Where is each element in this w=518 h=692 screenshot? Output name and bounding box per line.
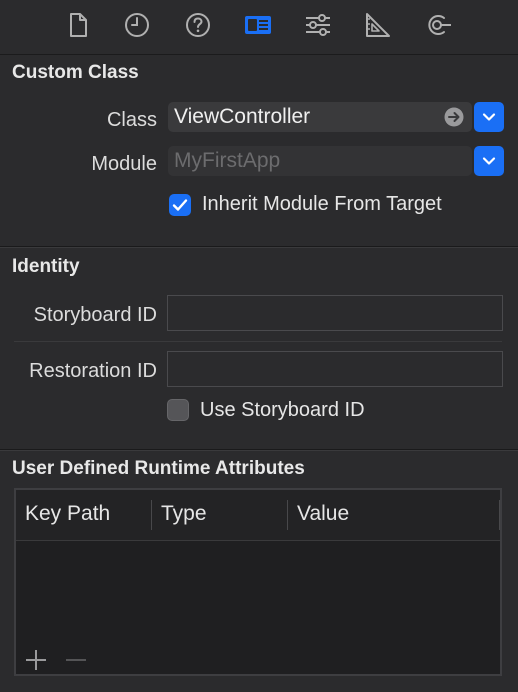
remove-attribute-button[interactable] [64, 648, 88, 677]
restoration-id-label: Restoration ID [29, 360, 157, 382]
column-separator [287, 500, 288, 530]
history-inspector-tab[interactable] [122, 10, 152, 40]
use-storyboard-id-label[interactable]: Use Storyboard ID [200, 399, 365, 422]
sliders-icon [306, 14, 330, 36]
plus-icon [26, 650, 46, 670]
column-separator [499, 500, 500, 530]
inherit-module-label[interactable]: Inherit Module From Target [202, 193, 442, 216]
file-inspector-tab[interactable] [63, 10, 93, 40]
add-attribute-button[interactable] [24, 648, 48, 677]
identity-title: Identity [12, 256, 80, 277]
module-label: Module [91, 153, 157, 175]
column-header-type[interactable]: Type [161, 502, 207, 526]
field-divider [14, 341, 502, 342]
module-combobox[interactable]: MyFirstApp [168, 146, 472, 176]
attributes-inspector-tab[interactable] [303, 10, 333, 40]
class-combobox[interactable]: ViewController [168, 102, 472, 132]
restoration-id-field[interactable] [167, 351, 503, 387]
class-label: Class [106, 109, 157, 131]
runtime-attributes-table[interactable]: Key Path Type Value [14, 488, 502, 676]
quick-help-inspector-tab[interactable] [183, 10, 213, 40]
checkmark-icon [172, 199, 188, 211]
class-dropdown-button[interactable] [474, 102, 504, 132]
section-divider-highlight [0, 247, 518, 248]
help-icon [186, 13, 210, 37]
column-header-key-path[interactable]: Key Path [25, 502, 110, 526]
minus-icon [66, 659, 86, 661]
column-header-value[interactable]: Value [297, 502, 349, 526]
connections-icon [428, 15, 451, 35]
ruler-icon [366, 13, 390, 37]
table-header: Key Path Type Value [16, 490, 500, 541]
inherit-module-checkbox[interactable] [169, 194, 191, 216]
class-value: ViewController [174, 105, 311, 128]
file-icon [70, 13, 87, 37]
column-separator [151, 500, 152, 530]
size-inspector-tab[interactable] [362, 10, 392, 40]
use-storyboard-id-checkbox[interactable] [167, 399, 189, 421]
module-dropdown-button[interactable] [474, 146, 504, 176]
storyboard-id-field[interactable] [167, 295, 503, 331]
section-divider-highlight [0, 450, 518, 451]
storyboard-id-label: Storyboard ID [33, 304, 157, 326]
identity-inspector-icon [245, 16, 271, 34]
custom-class-title: Custom Class [12, 62, 139, 83]
chevron-down-icon [482, 157, 496, 165]
module-placeholder: MyFirstApp [174, 149, 281, 172]
connections-inspector-tab[interactable] [423, 10, 453, 40]
identity-inspector-tab[interactable] [243, 10, 273, 40]
chevron-down-icon [482, 113, 496, 121]
clock-icon [125, 13, 149, 37]
navigate-arrow-icon[interactable] [444, 107, 464, 127]
runtime-attributes-title: User Defined Runtime Attributes [12, 458, 305, 479]
inspector-toolbar [0, 0, 518, 55]
